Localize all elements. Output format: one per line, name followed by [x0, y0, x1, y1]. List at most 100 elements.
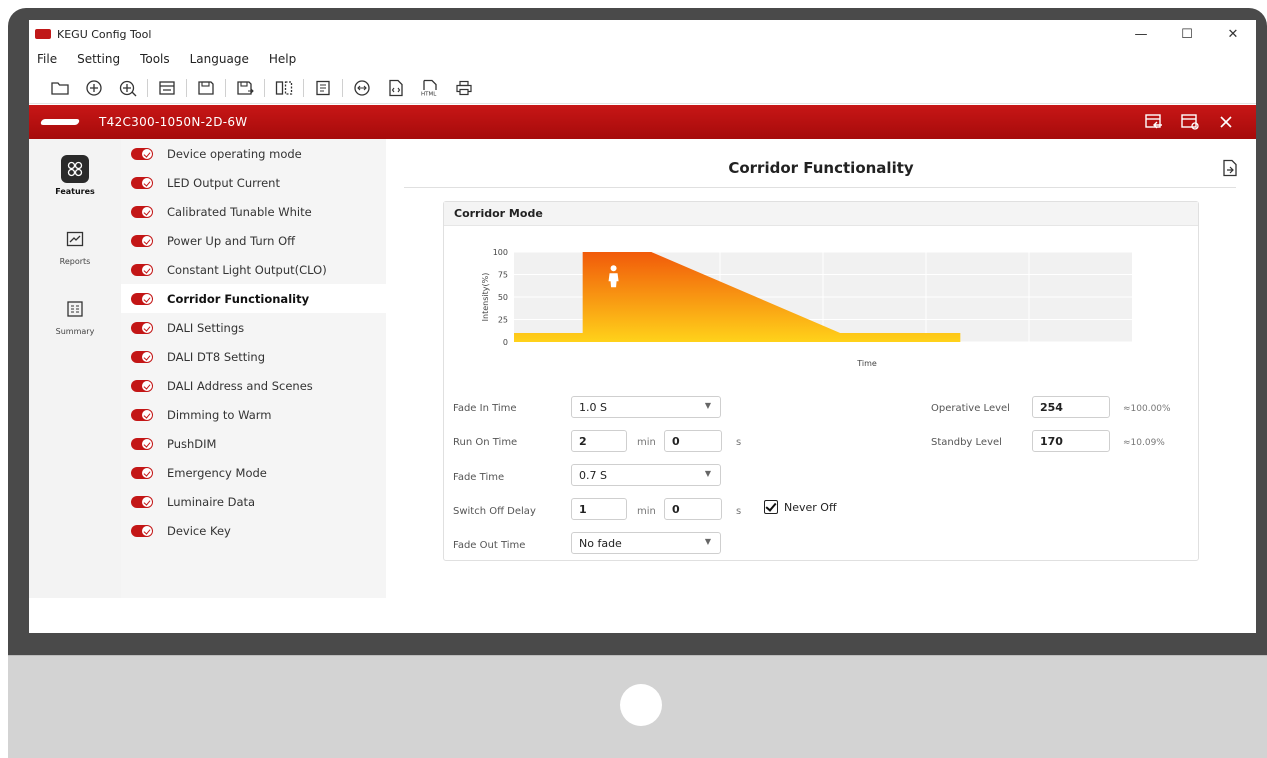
fade-time-select[interactable]: 0.7 S ▼: [571, 464, 721, 486]
switch-off-delay-minutes-input[interactable]: 1: [571, 498, 627, 520]
print-icon[interactable]: [447, 74, 481, 102]
feature-item-label: LED Output Current: [167, 175, 280, 190]
feature-item[interactable]: Device Key: [121, 516, 386, 545]
fade-time-value: 0.7 S: [579, 468, 607, 482]
feature-item[interactable]: DALI Settings: [121, 313, 386, 342]
feature-item-selected[interactable]: Corridor Functionality: [121, 284, 386, 313]
nav-features[interactable]: Features: [29, 147, 121, 217]
standby-level-input[interactable]: 170: [1032, 430, 1110, 452]
title-bar: KEGU Config Tool — ☐ ✕: [29, 20, 1256, 48]
minimize-button[interactable]: —: [1118, 20, 1164, 48]
feature-item[interactable]: Luminaire Data: [121, 487, 386, 516]
y-tick-label: 50: [498, 293, 508, 302]
menu-tools[interactable]: Tools: [140, 52, 170, 66]
device-close-icon[interactable]: [1208, 105, 1244, 139]
read-device-icon[interactable]: [150, 74, 184, 102]
feature-toggle[interactable]: [131, 234, 153, 247]
menu-setting[interactable]: Setting: [77, 52, 120, 66]
report-icon[interactable]: [306, 74, 340, 102]
feature-toggle[interactable]: [131, 495, 153, 508]
add-circle-icon[interactable]: [77, 74, 111, 102]
menu-language[interactable]: Language: [190, 52, 249, 66]
svg-text:HTML: HTML: [421, 91, 437, 97]
nav-summary[interactable]: Summary: [29, 287, 121, 357]
compare-icon[interactable]: [267, 74, 301, 102]
standby-level-label: Standby Level: [931, 437, 1002, 448]
never-off-checkbox[interactable]: [764, 500, 778, 514]
feature-item-label: Device Key: [167, 523, 231, 538]
toolbar-separator: [147, 78, 148, 97]
toolbar-separator: [303, 78, 304, 97]
run-on-time-label: Run On Time: [453, 437, 518, 448]
device-write-icon[interactable]: [1172, 105, 1208, 139]
features-icon: [61, 155, 89, 183]
operative-level-input[interactable]: 254: [1032, 396, 1110, 418]
feature-item[interactable]: Dimming to Warm: [121, 400, 386, 429]
fade-in-time-select[interactable]: 1.0 S ▼: [571, 396, 721, 418]
summary-icon: [61, 295, 89, 323]
device-header-bar: T42C300-1050N-2D-6W: [29, 105, 1256, 139]
run-on-min-unit: min: [637, 437, 656, 448]
feature-toggle[interactable]: [131, 205, 153, 218]
run-on-sec-unit: s: [736, 437, 742, 448]
add-device-icon[interactable]: [111, 74, 145, 102]
feature-toggle[interactable]: [131, 292, 153, 305]
open-folder-icon[interactable]: [43, 74, 77, 102]
app-title: KEGU Config Tool: [57, 27, 152, 41]
chevron-down-icon: ▼: [704, 469, 711, 478]
power-button: [620, 684, 662, 726]
feature-item[interactable]: Constant Light Output(CLO): [121, 255, 386, 284]
y-tick-label: 0: [503, 338, 508, 347]
menu-help[interactable]: Help: [269, 52, 296, 66]
export-html-icon[interactable]: HTML: [413, 74, 447, 102]
maximize-button[interactable]: ☐: [1164, 20, 1210, 48]
feature-toggle[interactable]: [131, 176, 153, 189]
device-read-icon[interactable]: [1136, 105, 1172, 139]
feature-toggle[interactable]: [131, 466, 153, 479]
menu-file[interactable]: File: [37, 52, 57, 66]
feature-item-label: Device operating mode: [167, 146, 302, 161]
feature-item-label: DALI Address and Scenes: [167, 378, 313, 393]
feature-toggle[interactable]: [131, 147, 153, 160]
feature-item[interactable]: Device operating mode: [121, 139, 386, 168]
page-title: Corridor Functionality: [728, 159, 914, 177]
save-icon[interactable]: [189, 74, 223, 102]
export-icon[interactable]: [1222, 159, 1238, 181]
feature-toggle[interactable]: [131, 379, 153, 392]
feature-item[interactable]: DALI DT8 Setting: [121, 342, 386, 371]
switch-off-delay-seconds-input[interactable]: 0: [664, 498, 722, 520]
feature-item[interactable]: Calibrated Tunable White: [121, 197, 386, 226]
feature-toggle[interactable]: [131, 437, 153, 450]
feature-toggle[interactable]: [131, 350, 153, 363]
close-window-button[interactable]: ✕: [1210, 20, 1256, 48]
scan-icon[interactable]: [345, 74, 379, 102]
save-as-icon[interactable]: [228, 74, 262, 102]
panel-title: Corridor Mode: [444, 202, 1198, 226]
left-navigation: Features Reports Summary: [29, 139, 121, 598]
export-code-icon[interactable]: [379, 74, 413, 102]
feature-toggle[interactable]: [131, 524, 153, 537]
feature-toggle[interactable]: [131, 263, 153, 276]
feature-item[interactable]: Emergency Mode: [121, 458, 386, 487]
nav-reports-label: Reports: [59, 257, 91, 266]
title-divider: [404, 187, 1236, 188]
run-on-time-minutes-input[interactable]: 2: [571, 430, 627, 452]
feature-toggle[interactable]: [131, 408, 153, 421]
fade-in-time-label: Fade In Time: [453, 403, 517, 414]
run-on-time-minutes-value: 2: [579, 434, 587, 448]
device-actions: [1136, 105, 1244, 139]
operative-level-label: Operative Level: [931, 403, 1010, 414]
feature-item[interactable]: DALI Address and Scenes: [121, 371, 386, 400]
switch-off-min-unit: min: [637, 506, 656, 517]
run-on-time-seconds-input[interactable]: 0: [664, 430, 722, 452]
feature-item[interactable]: PushDIM: [121, 429, 386, 458]
fade-in-time-value: 1.0 S: [579, 400, 607, 414]
feature-item-label: Calibrated Tunable White: [167, 204, 312, 219]
feature-item[interactable]: LED Output Current: [121, 168, 386, 197]
feature-item-label: Constant Light Output(CLO): [167, 262, 327, 277]
nav-reports[interactable]: Reports: [29, 217, 121, 287]
feature-item[interactable]: Power Up and Turn Off: [121, 226, 386, 255]
feature-toggle[interactable]: [131, 321, 153, 334]
fade-out-time-value: No fade: [579, 536, 622, 550]
fade-out-time-select[interactable]: No fade ▼: [571, 532, 721, 554]
